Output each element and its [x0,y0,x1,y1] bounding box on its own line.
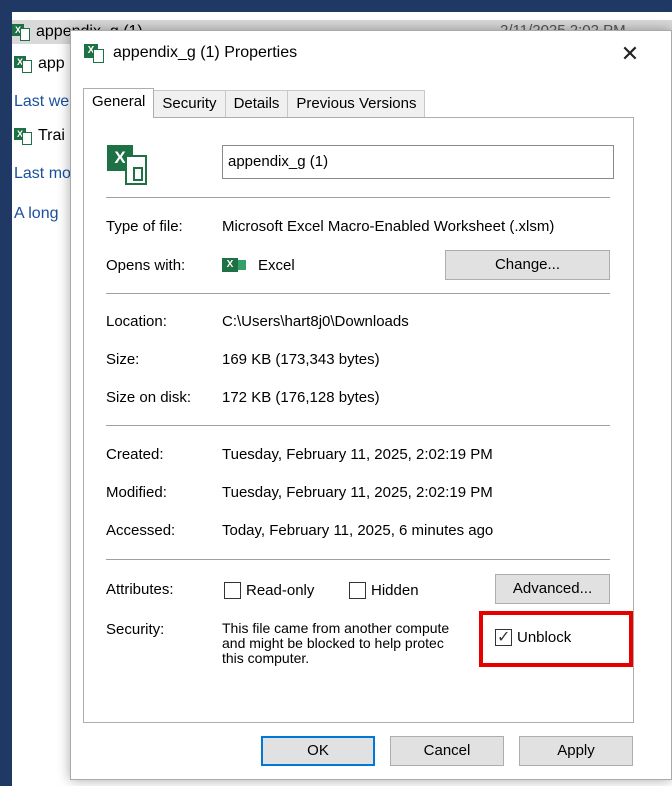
dialog-titlebar[interactable]: X appendix_g (1) Properties ✕ [71,31,671,75]
security-text-line: This file came from another compute [222,621,450,636]
change-button[interactable]: Change... [445,250,610,280]
security-message: This file came from another compute and … [222,621,477,666]
unblock-highlight-box [479,611,633,667]
type-of-file-value: Microsoft Excel Macro-Enabled Worksheet … [222,218,555,235]
group-label: Last mo [14,165,71,182]
window-frame-left [0,0,12,786]
divider [106,425,610,426]
size-on-disk-value: 172 KB (176,128 bytes) [222,389,380,406]
excel-app-icon: X [222,256,246,274]
size-on-disk-label: Size on disk: [106,389,192,406]
hidden-label[interactable]: Hidden [371,582,419,599]
divider [106,197,610,198]
accessed-value: Today, February 11, 2025, 6 minutes ago [222,522,494,539]
group-header-last-week[interactable]: Last we [14,90,69,114]
apply-button[interactable]: Apply [519,736,633,766]
group-header-a-long-time-ago[interactable]: A long [14,202,58,226]
hidden-checkbox[interactable] [349,582,366,599]
filename-field[interactable]: appendix_g (1) [222,145,614,179]
divider [106,559,610,560]
properties-dialog: X appendix_g (1) Properties ✕ General Se… [70,30,672,780]
modified-value: Tuesday, February 11, 2025, 2:02:19 PM [222,484,493,501]
close-icon[interactable]: ✕ [611,39,649,69]
tab-bar: General Security Details Previous Versio… [83,88,426,118]
window-frame-top [0,0,672,12]
excel-file-icon: X [12,22,32,42]
location-label: Location: [106,313,167,330]
security-text-line: and might be blocked to help protec [222,635,444,651]
group-label: A long [14,205,59,222]
file-name: app [38,55,65,72]
ok-button[interactable]: OK [261,736,375,766]
group-label: Last we [14,93,70,110]
tab-details[interactable]: Details [224,90,289,117]
opens-with-value: Excel [258,257,295,274]
security-label: Security: [106,621,165,638]
spreadsheet-file-icon: X [14,126,34,146]
tab-previous-versions[interactable]: Previous Versions [287,90,426,117]
cancel-button[interactable]: Cancel [390,736,504,766]
attributes-label: Attributes: [106,581,174,598]
size-label: Size: [106,351,140,368]
dialog-title: appendix_g (1) Properties [113,44,298,61]
accessed-label: Accessed: [106,522,176,539]
advanced-button[interactable]: Advanced... [495,574,610,604]
divider [106,293,610,294]
size-value: 169 KB (173,343 bytes) [222,351,380,368]
created-value: Tuesday, February 11, 2025, 2:02:19 PM [222,446,493,463]
location-value: C:\Users\hart8j0\Downloads [222,313,409,330]
opens-with-label: Opens with: [106,257,186,274]
excel-file-icon: X [14,54,34,74]
security-text-line: this computer. [222,650,310,666]
readonly-label[interactable]: Read-only [246,582,314,599]
excel-file-icon: X [84,44,106,64]
excel-macro-file-icon: X [107,145,151,189]
file-row-trai[interactable]: X Trai [14,124,65,148]
modified-label: Modified: [106,484,167,501]
created-label: Created: [106,446,164,463]
tab-security[interactable]: Security [153,90,226,117]
tab-general[interactable]: General [83,88,155,118]
file-name: Trai [38,127,65,144]
readonly-checkbox[interactable] [224,582,241,599]
file-row-app[interactable]: X app [14,52,65,76]
group-header-last-month[interactable]: Last mo [14,162,71,186]
type-of-file-label: Type of file: [106,218,183,235]
